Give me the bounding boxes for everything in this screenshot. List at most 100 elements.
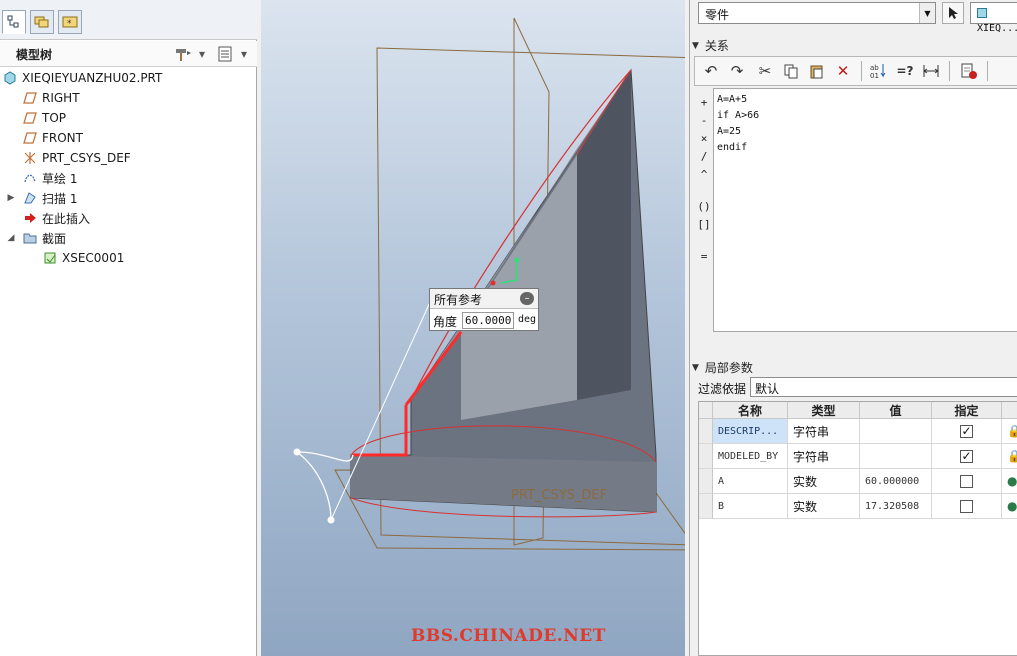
tree-item-sweep[interactable]: 扫描 1 (22, 188, 77, 208)
filter-select[interactable]: 默认 (750, 377, 1017, 397)
multiply-operator-button[interactable]: × (694, 130, 714, 146)
relation-line: endif (717, 142, 748, 153)
relations-panel: 零件 ▼ XIEQ... ▼ 关系 ↶ ↷ ✂ ✕ ab 01 =? + - ×… (689, 0, 1017, 656)
param-value-cell[interactable]: 60.000000 (860, 469, 932, 494)
param-type-cell[interactable]: 实数 (788, 494, 860, 519)
tree-settings-button[interactable] (172, 44, 194, 64)
relations-editor[interactable]: A=A+5 if A>66 A=25 endif (713, 88, 1017, 332)
tree-item-csys[interactable]: PRT_CSYS_DEF (22, 148, 131, 168)
cut-button[interactable]: ✂ (753, 60, 777, 82)
row-header[interactable] (699, 444, 713, 469)
folder-icon (22, 230, 38, 246)
tree-show-button[interactable] (214, 44, 236, 64)
tree-item-sections[interactable]: 截面 (22, 228, 66, 248)
angle-value-input[interactable]: 60.0000 (462, 312, 514, 329)
tree-item-xsec[interactable]: XSEC0001 (42, 248, 124, 268)
collapse-arrow-icon[interactable]: ◢ (6, 233, 16, 243)
toolbar-separator (949, 61, 950, 81)
param-value-cell[interactable]: 17.320508 (860, 494, 932, 519)
select-arrow-button[interactable] (942, 2, 964, 24)
evaluate-button[interactable]: =? (893, 60, 917, 82)
paste-icon (810, 65, 823, 79)
angle-label: 角度 (433, 315, 458, 329)
svg-text:*: * (67, 19, 72, 29)
param-name-cell[interactable]: DESCRIP... (713, 419, 788, 444)
model-select[interactable]: XIEQ... (970, 2, 1017, 34)
param-value-cell[interactable] (860, 444, 932, 469)
tree-item-part[interactable]: XIEQIEYUANZHU02.PRT (2, 68, 162, 88)
row-header[interactable] (699, 419, 713, 444)
lock-cell: ● (1002, 494, 1017, 519)
minus-operator-button[interactable]: - (694, 112, 714, 128)
brackets-operator-button[interactable]: [] (694, 216, 714, 232)
list-icon (218, 46, 232, 62)
tree-item-label: RIGHT (42, 91, 80, 105)
undo-button[interactable]: ↶ (699, 60, 723, 82)
param-name-cell[interactable]: A (713, 469, 788, 494)
chevron-down-icon[interactable]: ▾ (196, 44, 208, 64)
local-params-section-header[interactable]: ▼ 局部参数 (692, 359, 753, 376)
column-header-type[interactable]: 类型 (788, 402, 860, 419)
tree-item-right[interactable]: RIGHT (22, 88, 80, 108)
minimize-icon[interactable]: – (520, 292, 534, 305)
param-name-cell[interactable]: MODELED_BY (713, 444, 788, 469)
param-type-cell[interactable]: 实数 (788, 469, 860, 494)
column-header-designated[interactable]: 指定 (932, 402, 1002, 419)
toolbar-separator (987, 61, 988, 81)
param-value-cell[interactable] (860, 419, 932, 444)
unlocked-icon: ● (1007, 474, 1017, 488)
power-operator-button[interactable]: ^ (694, 166, 714, 182)
tree-item-label: TOP (42, 111, 67, 125)
cursor-icon (949, 7, 958, 19)
column-header-value[interactable]: 值 (860, 402, 932, 419)
type-select[interactable]: 零件 ▼ (698, 2, 936, 24)
tree-item-insert-here[interactable]: 在此插入 (22, 208, 90, 228)
coordinate-system-icon (22, 150, 38, 166)
equals-operator-button[interactable]: = (694, 248, 714, 264)
chevron-down-icon[interactable]: ▾ (238, 44, 250, 64)
lock-cell: ● (1002, 469, 1017, 494)
expand-arrow-icon[interactable]: ▶ (6, 193, 16, 203)
parameters-table: 名称 类型 值 指定 DESCRIP... 字符串 ✓ 🔒 MODELED_BY… (698, 401, 1017, 656)
sort-button[interactable]: ab 01 (867, 60, 891, 82)
navigator-tabs: * (0, 0, 257, 40)
param-type-cell[interactable]: 字符串 (788, 419, 860, 444)
paste-button[interactable] (805, 60, 829, 82)
row-header[interactable] (699, 469, 713, 494)
redo-button[interactable]: ↷ (725, 60, 749, 82)
relations-section-header[interactable]: ▼ 关系 (692, 37, 729, 54)
divide-operator-button[interactable]: / (694, 148, 714, 164)
datum-plane-icon (22, 130, 38, 146)
designated-checkbox[interactable] (960, 499, 973, 513)
plus-operator-button[interactable]: + (694, 94, 714, 110)
dimension-popup-title: 所有参考 (434, 293, 483, 307)
verify-button[interactable] (957, 60, 981, 82)
dimension-popup[interactable]: 所有参考 – 角度 60.0000 deg (429, 288, 539, 331)
delete-button[interactable]: ✕ (831, 60, 855, 82)
designated-checkbox[interactable] (960, 474, 973, 488)
row-header[interactable] (699, 494, 713, 519)
relation-line: A=25 (717, 126, 742, 137)
folder-browser-tab[interactable] (30, 10, 54, 34)
tree-item-label: PRT_CSYS_DEF (42, 151, 131, 165)
tree-item-top[interactable]: TOP (22, 108, 66, 128)
column-header-name[interactable]: 名称 (713, 402, 788, 419)
model-tree-panel: * 模型树 ▾ ▾ XIEQIEYUANZHU02.PRT RIGHT TOP … (0, 0, 257, 656)
tree-item-sketch[interactable]: 草绘 1 (22, 168, 77, 188)
param-type-cell[interactable]: 字符串 (788, 444, 860, 469)
designated-checkbox[interactable]: ✓ (960, 449, 973, 463)
graphics-viewport[interactable]: PRT_CSYS_DEF 所有参考 – 角度 60.0000 deg BBS.C… (261, 0, 685, 656)
tree-item-front[interactable]: FRONT (22, 128, 83, 148)
param-name-cell[interactable]: B (713, 494, 788, 519)
copy-button[interactable] (779, 60, 803, 82)
datum-plane-icon (22, 90, 38, 106)
filter-select-value: 默认 (755, 382, 780, 396)
designated-cell: ✓ (932, 444, 1002, 469)
favorites-tab[interactable]: * (58, 10, 82, 34)
tree-item-label: 扫描 1 (42, 191, 78, 206)
designated-checkbox[interactable]: ✓ (960, 424, 973, 438)
section-icon (42, 250, 58, 266)
parentheses-operator-button[interactable]: () (694, 198, 714, 214)
dimension-toggle-button[interactable] (919, 60, 943, 82)
model-tree-tab[interactable] (2, 10, 26, 34)
